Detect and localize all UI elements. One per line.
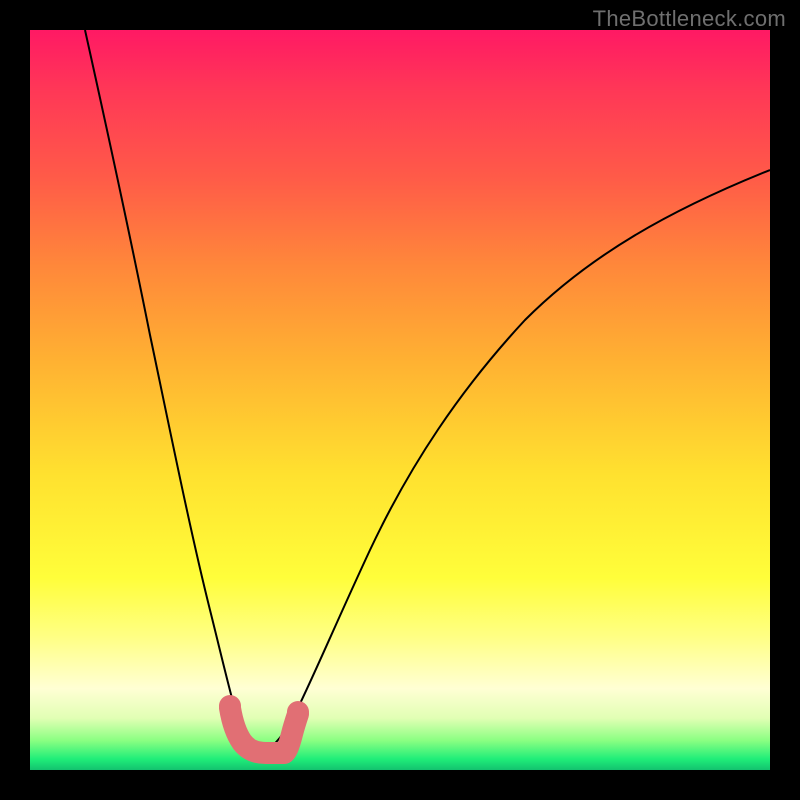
- chart-frame: [30, 30, 770, 770]
- marker-dot-right: [287, 701, 309, 723]
- marker-dot-left: [219, 695, 241, 717]
- chart-svg: [30, 30, 770, 770]
- left-curve: [85, 30, 262, 752]
- watermark-text: TheBottleneck.com: [593, 6, 786, 32]
- right-curve: [262, 170, 770, 752]
